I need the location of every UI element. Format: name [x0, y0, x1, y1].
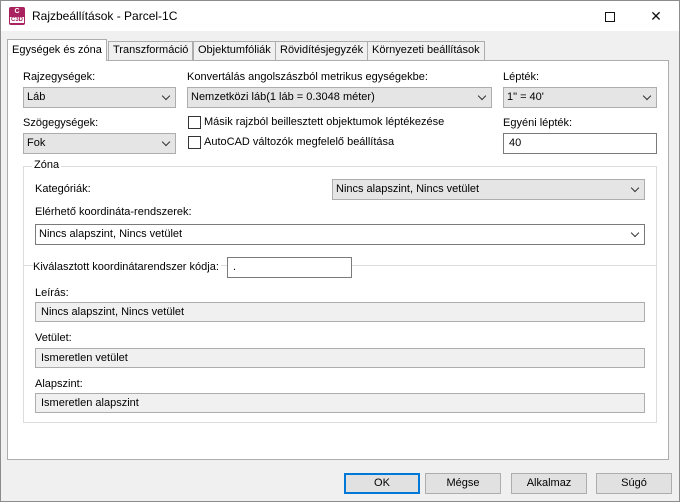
- app-icon-letter: C: [14, 8, 20, 15]
- categories-value: Nincs alapszint, Nincs vetület: [336, 183, 480, 195]
- datum-field: Ismeretlen alapszint: [35, 393, 645, 413]
- available-cs-value: Nincs alapszint, Nincs vetület: [39, 228, 183, 240]
- autocad-variables-label: AutoCAD változók megfelelő beállítása: [204, 136, 395, 148]
- drawing-units-dropdown[interactable]: Láb: [23, 87, 176, 108]
- description-label: Leírás:: [35, 287, 69, 299]
- projection-label: Vetület:: [35, 332, 72, 344]
- tab-units-zone[interactable]: Egységek és zóna: [7, 39, 107, 61]
- title-bar[interactable]: C C3D Rajzbeállítások - Parcel-1C ✕: [1, 1, 679, 31]
- categories-label: Kategóriák:: [35, 183, 91, 195]
- chevron-down-icon: [476, 88, 488, 107]
- chevron-down-icon: [629, 225, 641, 244]
- apply-button[interactable]: Alkalmaz: [511, 473, 587, 494]
- app-icon-sub: C3D: [10, 17, 24, 23]
- maximize-icon: [605, 12, 615, 23]
- tab-ambient-settings[interactable]: Környezeti beállítások: [367, 41, 485, 60]
- drawing-units-value: Láb: [27, 91, 46, 103]
- civil3d-app-icon: C C3D: [9, 7, 25, 25]
- scale-dropdown[interactable]: 1" = 40': [503, 87, 657, 108]
- scale-inserted-objects-label: Másik rajzból beillesztett objektumok lé…: [204, 116, 445, 128]
- zone-groupbox: [23, 166, 657, 423]
- close-button[interactable]: ✕: [633, 1, 679, 31]
- chevron-down-icon: [160, 88, 172, 107]
- drawing-units-label: Rajzegységek:: [23, 71, 96, 83]
- dialog-window: C C3D Rajzbeállítások - Parcel-1C ✕ Egys…: [0, 0, 680, 502]
- selected-cs-code-label: Kiválasztott koordinátarendszer kódja:: [33, 261, 221, 273]
- autocad-variables-checkbox[interactable]: [188, 136, 201, 149]
- convert-units-value: Nemzetközi láb(1 láb = 0.3048 méter): [191, 91, 375, 103]
- projection-field: Ismeretlen vetület: [35, 348, 645, 368]
- angle-units-label: Szögegységek:: [23, 117, 99, 129]
- tab-abbreviations[interactable]: Rövidítésjegyzék: [275, 41, 369, 60]
- convert-units-dropdown[interactable]: Nemzetközi láb(1 láb = 0.3048 méter): [187, 87, 492, 108]
- custom-scale-label: Egyéni lépték:: [503, 117, 573, 129]
- available-cs-label: Elérhető koordináta-rendszerek:: [35, 206, 192, 218]
- categories-dropdown[interactable]: Nincs alapszint, Nincs vetület: [332, 179, 645, 200]
- scale-value: 1" = 40': [507, 91, 544, 103]
- description-field: Nincs alapszint, Nincs vetület: [35, 302, 645, 322]
- ok-button[interactable]: OK: [344, 473, 420, 494]
- tab-transformation[interactable]: Transzformáció: [108, 41, 194, 60]
- available-cs-dropdown[interactable]: Nincs alapszint, Nincs vetület: [35, 224, 645, 245]
- maximize-button[interactable]: [587, 1, 633, 31]
- angle-units-dropdown[interactable]: Fok: [23, 133, 176, 154]
- chevron-down-icon: [160, 134, 172, 153]
- convert-units-label: Konvertálás angolszászból metrikus egysé…: [187, 71, 428, 83]
- angle-units-value: Fok: [27, 137, 46, 149]
- tab-object-layers[interactable]: Objektumfóliák: [193, 41, 276, 60]
- custom-scale-input[interactable]: 40: [503, 133, 657, 154]
- scale-label: Lépték:: [503, 71, 540, 83]
- zone-group-title: Zóna: [32, 159, 62, 171]
- chevron-down-icon: [641, 88, 653, 107]
- help-button[interactable]: Súgó: [596, 473, 672, 494]
- close-icon: ✕: [650, 8, 662, 24]
- scale-inserted-objects-checkbox[interactable]: [188, 116, 201, 129]
- cancel-button[interactable]: Mégse: [425, 473, 501, 494]
- datum-label: Alapszint:: [35, 378, 83, 390]
- selected-cs-code-input[interactable]: .: [227, 257, 352, 278]
- window-title: Rajzbeállítások - Parcel-1C: [32, 9, 178, 23]
- chevron-down-icon: [629, 180, 641, 199]
